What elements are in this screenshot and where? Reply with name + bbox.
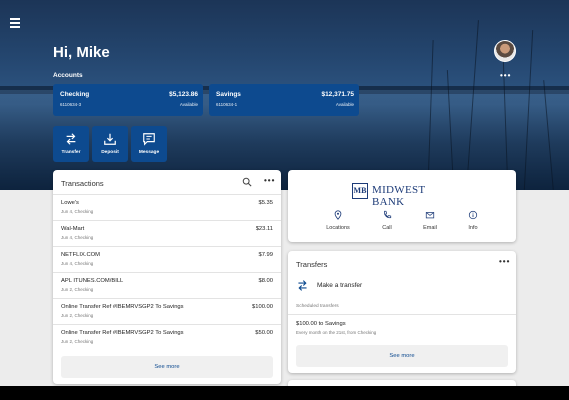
menu-icon[interactable] bbox=[10, 18, 22, 28]
transfer-icon bbox=[298, 280, 307, 291]
transaction-row[interactable]: APL ITUNES.COM/BILL Jun 2, Checking $8.0… bbox=[53, 272, 281, 298]
info-icon bbox=[468, 210, 478, 220]
transaction-amount: $50.00 bbox=[255, 330, 273, 336]
transfers-see-more-button[interactable]: See more bbox=[296, 345, 508, 367]
transfer-button[interactable]: Transfer bbox=[53, 126, 89, 162]
transactions-more-icon[interactable]: ••• bbox=[264, 176, 275, 185]
scheduled-transfer-title: $100.00 to Savings bbox=[296, 321, 346, 327]
bank-logo-text: MIDWEST BANK bbox=[372, 184, 426, 208]
message-button[interactable]: Message bbox=[131, 126, 167, 162]
call-label: Call bbox=[382, 225, 392, 231]
accounts-more-icon[interactable]: ••• bbox=[500, 71, 511, 80]
call-button[interactable]: Call bbox=[367, 210, 407, 231]
scheduled-transfer-detail: Every month on the 21st, from Checking bbox=[296, 330, 377, 335]
avatar[interactable] bbox=[494, 40, 516, 62]
transaction-name: NETFLIX.COM bbox=[61, 252, 100, 258]
email-label: Email bbox=[423, 225, 437, 231]
transaction-date: Jun 4, Checking bbox=[61, 209, 94, 214]
locations-label: Locations bbox=[326, 225, 350, 231]
phone-icon bbox=[384, 210, 392, 219]
greeting: Hi, Mike bbox=[53, 44, 110, 61]
account-balance: $5,123.86 bbox=[169, 91, 198, 98]
account-name: Savings bbox=[216, 91, 241, 98]
transaction-name: Online Transfer Ref #IBEMRVSGP2 To Savin… bbox=[61, 304, 184, 310]
accounts-heading: Accounts bbox=[53, 72, 83, 79]
deposit-label: Deposit bbox=[101, 150, 119, 155]
transfers-card: Transfers ••• Make a transfer Scheduled … bbox=[288, 251, 516, 373]
transactions-title: Transactions bbox=[61, 179, 104, 188]
info-label: Info bbox=[468, 225, 478, 231]
bank-logo: MB MIDWEST BANK bbox=[352, 182, 452, 208]
scheduled-transfer-item[interactable]: $100.00 to Savings Every month on the 21… bbox=[288, 314, 516, 340]
make-transfer-label: Make a transfer bbox=[317, 282, 363, 289]
transaction-name: Online Transfer Ref #IBEMRVSGP2 To Savin… bbox=[61, 330, 184, 336]
bank-card: MB MIDWEST BANK Locations Call Email Inf… bbox=[288, 170, 516, 242]
transaction-row[interactable]: Online Transfer Ref #IBEMRVSGP2 To Savin… bbox=[53, 298, 281, 324]
transaction-row[interactable]: Lowe's Jun 4, Checking $5.35 bbox=[53, 194, 281, 220]
email-icon bbox=[425, 212, 435, 219]
transaction-amount: $100.00 bbox=[252, 304, 273, 310]
transaction-amount: $5.35 bbox=[258, 200, 273, 206]
account-card-checking[interactable]: Checking 6110634-3 $5,123.86 Available bbox=[53, 84, 203, 116]
transaction-name: APL ITUNES.COM/BILL bbox=[61, 278, 124, 284]
account-number: 6110634-1 bbox=[216, 102, 238, 107]
email-button[interactable]: Email bbox=[410, 210, 450, 231]
transaction-amount: $7.99 bbox=[258, 252, 273, 258]
info-button[interactable]: Info bbox=[453, 210, 493, 231]
transaction-name: Wal-Mart bbox=[61, 226, 85, 232]
transaction-date: Jun 4, Checking bbox=[61, 261, 94, 266]
scheduled-transfers-heading: Scheduled transfers bbox=[296, 304, 339, 309]
transaction-date: Jun 4, Checking bbox=[61, 235, 94, 240]
transaction-row[interactable]: Online Transfer Ref #IBEMRVSGP2 To Savin… bbox=[53, 324, 281, 350]
message-label: Message bbox=[138, 150, 160, 155]
deposit-button[interactable]: Deposit bbox=[92, 126, 128, 162]
transfers-more-icon[interactable]: ••• bbox=[499, 257, 510, 266]
transaction-date: Jun 2, Checking bbox=[61, 339, 94, 344]
transaction-amount: $23.11 bbox=[255, 226, 273, 232]
transaction-row[interactable]: NETFLIX.COM Jun 4, Checking $7.99 bbox=[53, 246, 281, 272]
account-available-label: Available bbox=[179, 102, 198, 107]
deposit-icon bbox=[104, 133, 116, 145]
transactions-see-more-button[interactable]: See more bbox=[61, 356, 273, 378]
transactions-card: Transactions ••• Lowe's Jun 4, Checking … bbox=[53, 170, 281, 384]
transaction-amount: $8.00 bbox=[258, 278, 273, 284]
transfer-icon bbox=[66, 133, 76, 145]
transfers-title: Transfers bbox=[296, 260, 328, 269]
system-bottom-bar bbox=[0, 386, 569, 400]
account-available-label: Available bbox=[335, 102, 354, 107]
account-number: 6110634-3 bbox=[60, 102, 82, 107]
search-icon[interactable] bbox=[242, 177, 252, 187]
account-balance: $12,371.75 bbox=[321, 91, 354, 98]
transaction-date: Jun 2, Checking bbox=[61, 313, 94, 318]
transaction-row[interactable]: Wal-Mart Jun 4, Checking $23.11 bbox=[53, 220, 281, 246]
location-pin-icon bbox=[334, 210, 342, 220]
transaction-name: Lowe's bbox=[61, 200, 79, 206]
message-icon bbox=[143, 133, 155, 146]
transaction-date: Jun 2, Checking bbox=[61, 287, 94, 292]
locations-button[interactable]: Locations bbox=[318, 210, 358, 231]
account-name: Checking bbox=[60, 91, 90, 98]
account-card-savings[interactable]: Savings 6110634-1 $12,371.75 Available bbox=[209, 84, 359, 116]
bank-logo-mark: MB bbox=[352, 183, 368, 199]
transfer-label: Transfer bbox=[61, 150, 81, 155]
make-transfer-button[interactable]: Make a transfer bbox=[288, 275, 516, 297]
